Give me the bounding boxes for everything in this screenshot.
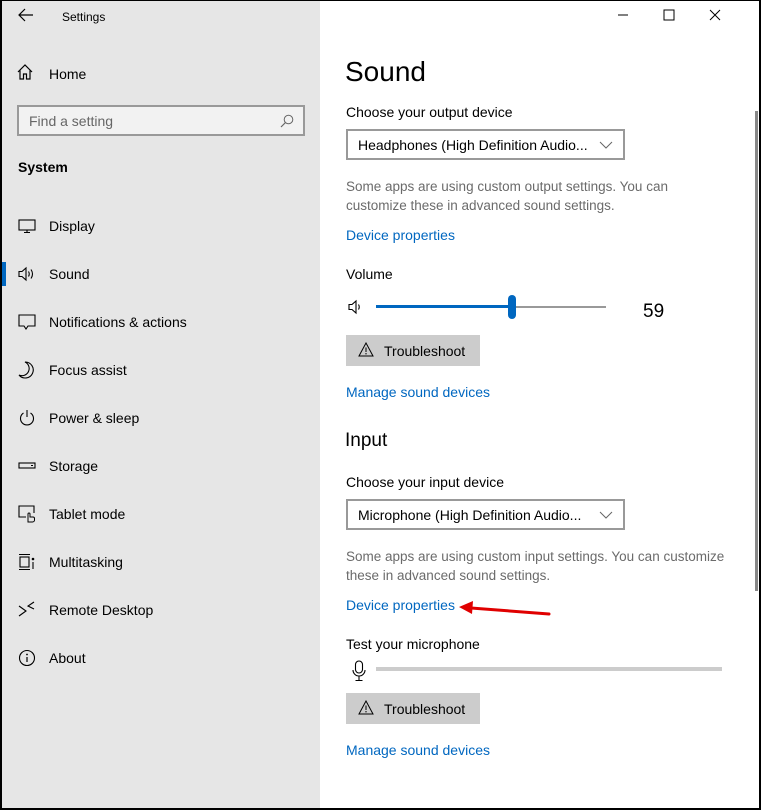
main-content: Sound Choose your output device Headphon… [320,1,759,808]
sidebar-item-label: Focus assist [49,362,127,378]
back-button[interactable] [14,5,38,29]
notification-icon [18,313,36,331]
output-device-value: Headphones (High Definition Audio... [358,136,588,153]
input-device-dropdown[interactable]: Microphone (High Definition Audio... [346,499,625,530]
mic-row [346,658,726,684]
output-manage-sound-devices-link[interactable]: Manage sound devices [346,384,490,400]
sidebar-item-label: Home [49,66,87,82]
volume-thumb[interactable] [507,295,516,319]
section-label: System [18,159,68,175]
sidebar-nav: Display Sound Notifications & actions Fo… [2,202,320,682]
warning-icon [358,699,374,718]
info-icon [18,649,36,667]
page-title: Sound [345,56,426,87]
sidebar-item-label: Multitasking [49,554,123,570]
input-manage-sound-devices-link[interactable]: Manage sound devices [346,742,490,758]
output-troubleshoot-button[interactable]: Troubleshoot [346,335,480,366]
minimize-button[interactable] [600,1,646,33]
sidebar-item-label: Display [49,218,95,234]
sidebar-item-label: About [49,650,86,666]
sidebar-item-focus-assist[interactable]: Focus assist [2,346,320,394]
microphone-icon [352,660,366,687]
search-icon[interactable] [277,111,297,131]
sidebar-item-notifications[interactable]: Notifications & actions [2,298,320,346]
chevron-down-icon [597,511,615,519]
output-device-label: Choose your output device [346,104,513,120]
minimize-icon [617,8,629,26]
app-title: Settings [62,10,106,24]
output-device-dropdown[interactable]: Headphones (High Definition Audio... [346,129,625,160]
input-help-text: Some apps are using custom input setting… [346,549,725,583]
warning-icon [358,341,374,360]
back-arrow-icon [18,8,34,27]
speaker-icon [18,265,36,283]
search-input[interactable] [29,112,277,129]
sidebar-item-label: Storage [49,458,99,474]
sidebar-item-multitasking[interactable]: Multitasking [2,538,320,586]
storage-icon [18,457,36,475]
sidebar-item-about[interactable]: About [2,634,320,682]
sidebar-item-display[interactable]: Display [2,202,320,250]
sidebar-item-label: Sound [49,266,90,282]
input-heading: Input [345,430,388,451]
moon-icon [18,361,36,379]
input-troubleshoot-button[interactable]: Troubleshoot [346,693,480,724]
sidebar-item-storage[interactable]: Storage [2,442,320,490]
sidebar-item-tablet-mode[interactable]: Tablet mode [2,490,320,538]
settings-window: Settings Home System Display [0,0,761,810]
sidebar-item-label: Tablet mode [49,506,126,522]
close-icon [709,8,721,26]
volume-row [346,295,686,321]
input-device-value: Microphone (High Definition Audio... [358,506,582,523]
output-help-text: Some apps are using custom output settin… [346,179,668,213]
remote-desktop-icon [18,601,36,619]
maximize-icon [663,8,675,26]
speaker-icon[interactable] [348,299,366,320]
display-icon [18,217,36,235]
maximize-button[interactable] [646,1,692,33]
tablet-mode-icon [18,505,36,523]
input-device-properties-link[interactable]: Device properties [346,597,455,613]
search-box [17,105,305,136]
sidebar-item-remote-desktop[interactable]: Remote Desktop [2,586,320,634]
troubleshoot-label: Troubleshoot [384,342,466,359]
input-device-label: Choose your input device [346,474,504,490]
home-icon [16,63,34,86]
close-button[interactable] [692,1,738,33]
multitasking-icon [18,553,36,571]
volume-value: 59 [643,301,665,322]
troubleshoot-label: Troubleshoot [384,700,466,717]
output-device-properties-link[interactable]: Device properties [346,227,455,243]
chevron-down-icon [597,141,615,149]
test-microphone-label: Test your microphone [346,636,480,652]
sidebar-item-label: Remote Desktop [49,602,154,618]
sidebar-item-sound[interactable]: Sound [2,250,320,298]
volume-track-fill [376,305,512,308]
power-icon [18,409,36,427]
scrollbar[interactable] [755,111,758,591]
sidebar-item-home[interactable]: Home [16,61,86,87]
sidebar-item-power-sleep[interactable]: Power & sleep [2,394,320,442]
mic-level-meter [376,667,722,671]
sidebar-item-label: Power & sleep [49,410,140,426]
volume-label: Volume [346,266,393,282]
sidebar: Settings Home System Display [2,1,320,808]
volume-slider[interactable] [376,295,606,321]
sidebar-item-label: Notifications & actions [49,314,187,330]
